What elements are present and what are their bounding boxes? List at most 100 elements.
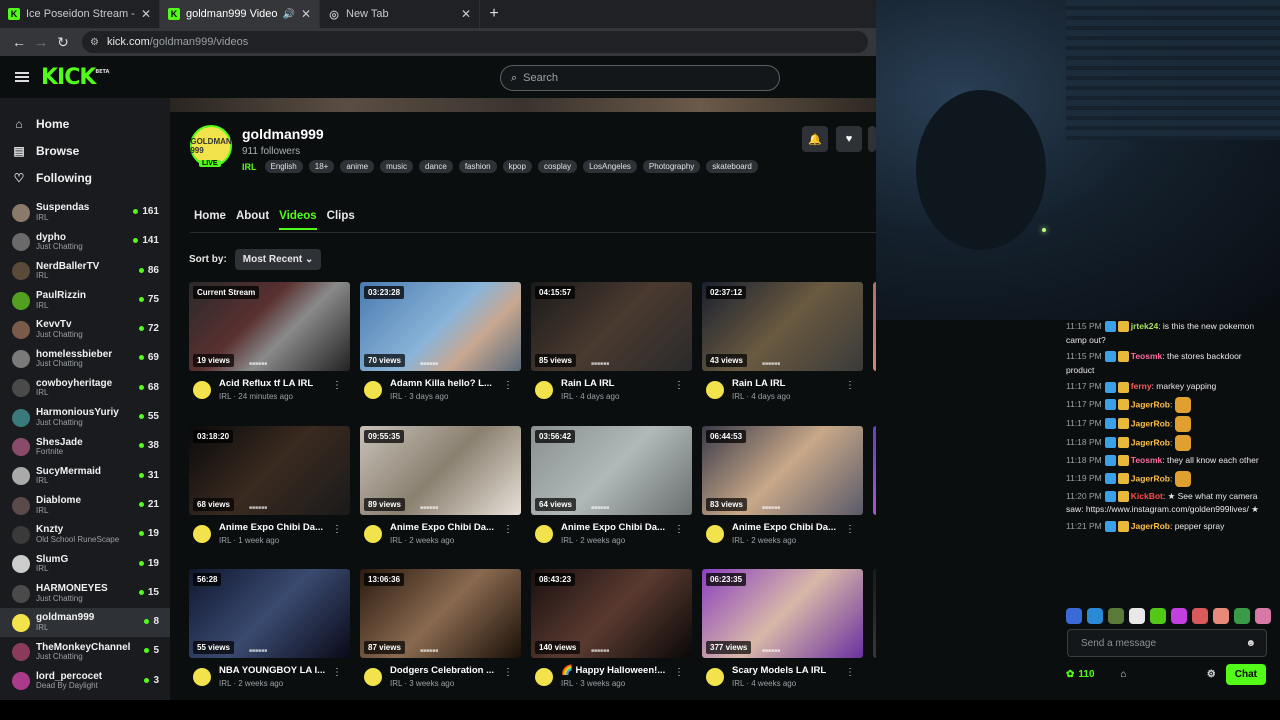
chat-send-button[interactable]: Chat xyxy=(1225,664,1266,685)
channel-points[interactable]: ✿ 110 xyxy=(1066,669,1095,680)
video-channel-avatar[interactable] xyxy=(535,381,553,399)
emote-x-icon[interactable] xyxy=(1066,608,1082,624)
sidebar-channel-item[interactable]: cowboyheritage IRL 68 xyxy=(0,374,170,403)
video-card[interactable]: 03:56:42 64 views ■■■■■■ Anime Expo Chibi D… xyxy=(531,425,692,545)
reload-icon[interactable]: ↻ xyxy=(52,34,74,51)
kebab-menu-icon[interactable]: ⋮ xyxy=(332,667,342,678)
video-title[interactable]: NBA YOUNGBOY LA I... xyxy=(219,665,325,676)
kebab-menu-icon[interactable]: ⋮ xyxy=(845,667,855,678)
gift-icon[interactable]: ⌂ xyxy=(1121,669,1127,680)
sidebar-channel-item[interactable]: KevvTv Just Chatting 72 xyxy=(0,315,170,344)
video-card[interactable]: 06:23:35 377 views ■■■■■■ Scary Models LA I… xyxy=(702,569,863,688)
chat-username[interactable]: jrtek24 xyxy=(1131,321,1158,331)
notification-bell-button[interactable]: 🔔 xyxy=(802,126,828,152)
kebab-menu-icon[interactable]: ⋮ xyxy=(674,667,684,678)
video-card[interactable]: 03:18:20 68 views ■■■■■■ Anime Expo Chibi D… xyxy=(189,425,350,545)
sidebar-channel-item[interactable]: homelessbieber Just Chatting 69 xyxy=(0,344,170,373)
speaker-icon[interactable]: 🔊 xyxy=(282,9,294,20)
sidebar-channel-item[interactable]: PaulRizzin IRL 75 xyxy=(0,286,170,315)
forward-icon[interactable]: → xyxy=(30,34,52,50)
channel-tag[interactable]: kpop xyxy=(502,160,532,173)
video-thumbnail[interactable]: 09:55:35 89 views ■■■■■■ xyxy=(360,425,521,515)
kebab-menu-icon[interactable]: ⋮ xyxy=(845,524,855,535)
tab-about[interactable]: About xyxy=(236,210,269,230)
video-channel-avatar[interactable] xyxy=(706,381,724,399)
sidebar-nav-browse[interactable]: ▤ Browse xyxy=(0,137,170,164)
video-thumbnail[interactable]: 04:15:57 85 views ■■■■■■ xyxy=(531,282,692,371)
kebab-menu-icon[interactable]: ⋮ xyxy=(332,380,342,391)
back-icon[interactable]: ← xyxy=(8,34,30,50)
video-title[interactable]: Rain LA IRL xyxy=(732,378,790,389)
chat-input[interactable]: Send a message ☻ xyxy=(1067,629,1267,657)
tab-videos[interactable]: Videos xyxy=(279,210,317,230)
emote-face-icon[interactable] xyxy=(1192,608,1208,624)
site-info-icon[interactable]: ⚙ xyxy=(90,37,99,48)
video-thumbnail[interactable]: 08:43:23 140 views ■■■■■■ xyxy=(531,569,692,658)
browser-tab[interactable]: Kgoldman999 Videos - Watc 🔊 ✕ xyxy=(160,0,320,28)
video-card[interactable]: 08:43:23 140 views ■■■■■■ 🌈 Happy Halloween… xyxy=(531,569,692,688)
video-thumbnail[interactable]: 13:06:36 87 views ■■■■■■ xyxy=(360,569,521,658)
channel-tag[interactable]: LosAngeles xyxy=(583,160,637,173)
channel-tag[interactable]: 18+ xyxy=(308,160,335,173)
tab-close-icon[interactable]: ✕ xyxy=(141,7,151,21)
video-thumbnail[interactable]: 06:23:35 377 views ■■■■■■ xyxy=(702,569,863,658)
chat-settings-icon[interactable]: ⚙ xyxy=(1207,669,1216,680)
category-link[interactable]: IRL xyxy=(242,162,257,172)
video-thumbnail[interactable]: Current Stream 19 views ■■■■■■ xyxy=(189,282,350,371)
video-card[interactable]: 13:06:36 87 views ■■■■■■ Dodgers Celebratio… xyxy=(360,569,521,688)
video-title[interactable]: Adamn Killa hello? L... xyxy=(390,378,492,389)
chat-username[interactable]: JagerRob xyxy=(1131,399,1170,409)
video-card[interactable]: Current Stream 19 views ■■■■■■ Acid Reflux … xyxy=(189,282,350,401)
channel-tag[interactable]: fashion xyxy=(458,160,497,173)
channel-tag[interactable]: music xyxy=(380,160,414,173)
channel-tag[interactable]: anime xyxy=(340,160,375,173)
kebab-menu-icon[interactable]: ⋮ xyxy=(332,524,342,535)
sidebar-channel-item[interactable]: HarmoniousYuriy Just Chatting 55 xyxy=(0,403,170,432)
sidebar-channel-item[interactable]: Suspendas IRL 161 xyxy=(0,198,170,227)
chat-username[interactable]: KickBot xyxy=(1131,491,1163,501)
video-channel-avatar[interactable] xyxy=(193,668,211,686)
video-title[interactable]: Anime Expo Chibi Da... xyxy=(732,522,836,533)
chat-username[interactable]: Teosmk xyxy=(1131,351,1163,361)
chat-username[interactable]: JagerRob xyxy=(1131,473,1170,483)
channel-tag[interactable]: cosplay xyxy=(537,160,578,173)
chat-username[interactable]: Teosmk xyxy=(1131,455,1163,465)
sidebar-channel-item[interactable]: Diablome IRL 21 xyxy=(0,491,170,520)
tab-close-icon[interactable]: ✕ xyxy=(461,7,471,21)
emote-kick-icon[interactable] xyxy=(1150,608,1166,624)
stream-video-player[interactable] xyxy=(876,0,1280,320)
kebab-menu-icon[interactable]: ⋮ xyxy=(674,524,684,535)
video-card[interactable]: 09:55:35 89 views ■■■■■■ Anime Expo Chibi D… xyxy=(360,425,521,545)
channel-tag[interactable]: dance xyxy=(419,160,453,173)
chat-username[interactable]: JagerRob xyxy=(1131,437,1170,447)
chat-username[interactable]: ferny xyxy=(1131,381,1152,391)
sidebar-channel-item[interactable]: lord_percocet Dead By Daylight 3 xyxy=(0,667,170,696)
video-channel-avatar[interactable] xyxy=(193,524,211,543)
video-thumbnail[interactable]: 56:28 55 views ■■■■■■ xyxy=(189,569,350,658)
emote-frog-icon[interactable] xyxy=(1108,608,1124,624)
kebab-menu-icon[interactable]: ⋮ xyxy=(845,380,855,391)
channel-tag[interactable]: Photography xyxy=(642,160,701,173)
video-title[interactable]: Scary Models LA IRL xyxy=(732,665,826,676)
emote-pig-icon[interactable] xyxy=(1213,608,1229,624)
sidebar-channel-item[interactable]: ShesJade Fortnite 38 xyxy=(0,432,170,461)
channel-tag[interactable]: English xyxy=(264,160,303,173)
follow-button[interactable]: ♥ xyxy=(836,126,862,152)
sidebar-channel-item[interactable]: SlumG IRL 19 xyxy=(0,550,170,579)
video-title[interactable]: Acid Reflux tf LA IRL xyxy=(219,378,313,389)
emote-c-icon[interactable] xyxy=(1087,608,1103,624)
video-channel-avatar[interactable] xyxy=(193,381,211,399)
chat-username[interactable]: JagerRob xyxy=(1131,521,1170,531)
tab-close-icon[interactable]: ✕ xyxy=(301,7,311,21)
sidebar-channel-item[interactable]: NerdBallerTV IRL 86 xyxy=(0,257,170,286)
video-thumbnail[interactable]: 03:23:28 70 views ■■■■■■ xyxy=(360,282,521,371)
kebab-menu-icon[interactable]: ⋮ xyxy=(674,380,684,391)
video-title[interactable]: Rain LA IRL xyxy=(561,378,619,389)
kebab-menu-icon[interactable]: ⋮ xyxy=(503,667,513,678)
sidebar-channel-item[interactable]: Knzty Old School RuneScape 19 xyxy=(0,520,170,549)
video-thumbnail[interactable]: 02:37:12 43 views ■■■■■■ xyxy=(702,282,863,371)
sort-dropdown[interactable]: Most Recent ⌄ xyxy=(234,249,322,270)
video-card[interactable]: 03:23:28 70 views ■■■■■■ Adamn Killa hello?… xyxy=(360,282,521,401)
video-title[interactable]: Anime Expo Chibi Da... xyxy=(219,522,323,533)
browser-tab[interactable]: ◎ New Tab ✕ xyxy=(320,0,480,28)
